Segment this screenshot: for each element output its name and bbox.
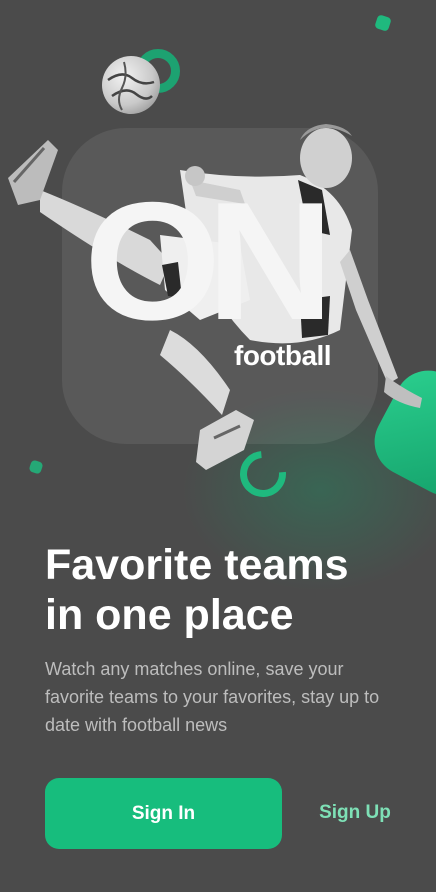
- sign-up-button[interactable]: Sign Up: [310, 790, 400, 836]
- headline-line-2: in one place: [45, 591, 294, 639]
- page-title: Favorite teams in one place: [45, 540, 405, 640]
- onboarding-screen: ON football Favorite teams in one place …: [0, 0, 436, 892]
- sign-in-button[interactable]: Sign In: [45, 778, 282, 849]
- soccer-ball-icon: [102, 56, 160, 114]
- logo-sub-text: football: [234, 340, 332, 371]
- decorative-square: [374, 14, 392, 32]
- headline-line-1: Favorite teams: [45, 541, 349, 589]
- logo-main-text: ON: [84, 167, 334, 355]
- description-text: Watch any matches online, save your favo…: [45, 659, 380, 735]
